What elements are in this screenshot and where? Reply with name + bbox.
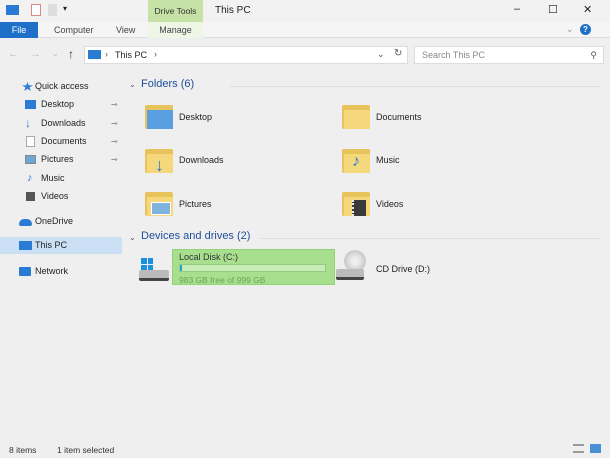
nav-label: Desktop (41, 99, 75, 109)
forward-button[interactable]: → (30, 48, 41, 60)
nav-label: Pictures (41, 154, 74, 164)
recent-locations-button[interactable]: ⌄ (52, 49, 59, 58)
minimize-button[interactable]: – (514, 3, 520, 15)
nav-onedrive[interactable]: OneDrive (0, 213, 122, 230)
drive-c-free-space: 983 GB free of 999 GB (179, 275, 266, 285)
nav-label: OneDrive (35, 216, 74, 226)
local-disk-icon (139, 258, 169, 282)
search-input[interactable]: Search This PC ⚲ (414, 46, 604, 64)
folder-downloads[interactable]: Downloads (179, 155, 224, 165)
folder-desktop-icon[interactable] (143, 101, 175, 131)
cd-drive-icon (336, 250, 370, 282)
breadcrumb-this-pc[interactable]: This PC (115, 50, 147, 60)
folder-videos-icon[interactable] (340, 188, 372, 218)
collapse-folders-icon[interactable]: ⌄ (129, 80, 136, 89)
drive-d-name[interactable]: CD Drive (D:) (376, 264, 430, 274)
title-bar: ▾ Drive Tools This PC – ☐ ✕ (0, 0, 610, 22)
window-title: This PC (215, 5, 251, 16)
nav-label: Quick access (35, 81, 89, 91)
folder-desktop[interactable]: Desktop (179, 112, 212, 122)
pin-icon: ⊸ (111, 155, 118, 164)
computer-icon (19, 241, 32, 250)
folders-header[interactable]: Folders (6) (141, 78, 194, 90)
devices-header[interactable]: Devices and drives (2) (141, 230, 250, 242)
download-icon: ↓ (25, 116, 31, 130)
folder-documents[interactable]: Documents (376, 112, 422, 122)
breadcrumb-separator[interactable]: › (154, 49, 157, 59)
pin-icon: ⊸ (111, 100, 118, 109)
ribbon-collapse-icon[interactable]: ⌄ (566, 24, 574, 35)
nav-label: Network (35, 266, 69, 276)
selection-count: 1 item selected (57, 445, 115, 455)
drive-c-name: Local Disk (C:) (179, 252, 239, 262)
divider (230, 86, 600, 87)
address-bar[interactable]: › This PC › ⌄ (84, 46, 408, 64)
nav-label: Music (41, 173, 65, 183)
search-icon: ⚲ (590, 50, 597, 60)
desktop-icon (25, 100, 36, 109)
folder-music-icon[interactable]: ♪ (340, 145, 372, 175)
tab-computer[interactable]: Computer (48, 22, 100, 38)
folder-pictures-icon[interactable] (143, 188, 175, 218)
computer-icon (88, 50, 101, 59)
documents-icon (26, 136, 35, 147)
videos-icon (26, 192, 35, 201)
nav-network[interactable]: Network (0, 263, 122, 280)
drive-c-usage-bar (179, 264, 326, 272)
close-button[interactable]: ✕ (583, 3, 592, 16)
refresh-button[interactable]: ↻ (394, 48, 402, 59)
nav-this-pc[interactable]: This PC (0, 237, 122, 254)
nav-videos[interactable]: Videos (0, 188, 122, 205)
customize-qat-icon[interactable]: ▾ (63, 4, 67, 13)
help-icon[interactable]: ? (580, 24, 591, 35)
details-view-button[interactable] (573, 444, 584, 453)
folder-music[interactable]: Music (376, 155, 400, 165)
nav-desktop[interactable]: Desktop ⊸ (0, 96, 122, 113)
folder-pictures[interactable]: Pictures (179, 199, 212, 209)
nav-pictures[interactable]: Pictures ⊸ (0, 151, 122, 168)
star-icon (22, 82, 33, 91)
tab-view[interactable]: View (110, 22, 141, 38)
nav-quick-access[interactable]: Quick access (0, 78, 122, 95)
up-button[interactable]: ↑ (68, 47, 74, 61)
divider (260, 238, 600, 239)
folder-downloads-icon[interactable]: ↓ (143, 145, 175, 175)
music-icon: ♪ (27, 172, 33, 184)
nav-label: Videos (41, 191, 69, 201)
navigation-pane: Quick access Desktop ⊸ ↓ Downloads ⊸ Docume… (0, 78, 122, 428)
search-placeholder: Search This PC (422, 50, 485, 60)
nav-documents[interactable]: Documents ⊸ (0, 133, 122, 150)
properties-icon[interactable] (31, 4, 41, 16)
nav-label: Documents (41, 136, 87, 146)
drive-tools-context-label: Drive Tools (148, 0, 203, 22)
breadcrumb-separator[interactable]: › (105, 49, 108, 59)
nav-music[interactable]: ♪ Music (0, 170, 122, 187)
network-icon (19, 267, 31, 276)
drive-c-tile[interactable]: Local Disk (C:) 983 GB free of 999 GB (172, 249, 335, 285)
computer-icon (6, 5, 19, 15)
back-button[interactable]: ← (8, 48, 19, 60)
tab-file[interactable]: File (0, 22, 38, 38)
folder-documents-icon[interactable] (340, 101, 372, 131)
cloud-icon (19, 219, 32, 226)
nav-label: This PC (35, 240, 68, 250)
large-icons-view-button[interactable] (590, 444, 601, 453)
status-bar: 8 items 1 item selected (0, 440, 610, 458)
pin-icon: ⊸ (111, 119, 118, 128)
pictures-icon (25, 155, 36, 164)
address-dropdown-icon[interactable]: ⌄ (377, 49, 385, 60)
nav-downloads[interactable]: ↓ Downloads ⊸ (0, 115, 122, 132)
nav-label: Downloads (41, 118, 86, 128)
item-count: 8 items (9, 445, 37, 455)
ribbon-tabs: File Computer View Manage ⌄ ? (0, 22, 610, 38)
tab-manage[interactable]: Manage (148, 22, 203, 38)
pin-icon: ⊸ (111, 137, 118, 146)
collapse-devices-icon[interactable]: ⌄ (129, 233, 136, 242)
new-folder-icon[interactable] (48, 4, 57, 16)
maximize-button[interactable]: ☐ (548, 3, 558, 16)
folder-videos[interactable]: Videos (376, 199, 403, 209)
